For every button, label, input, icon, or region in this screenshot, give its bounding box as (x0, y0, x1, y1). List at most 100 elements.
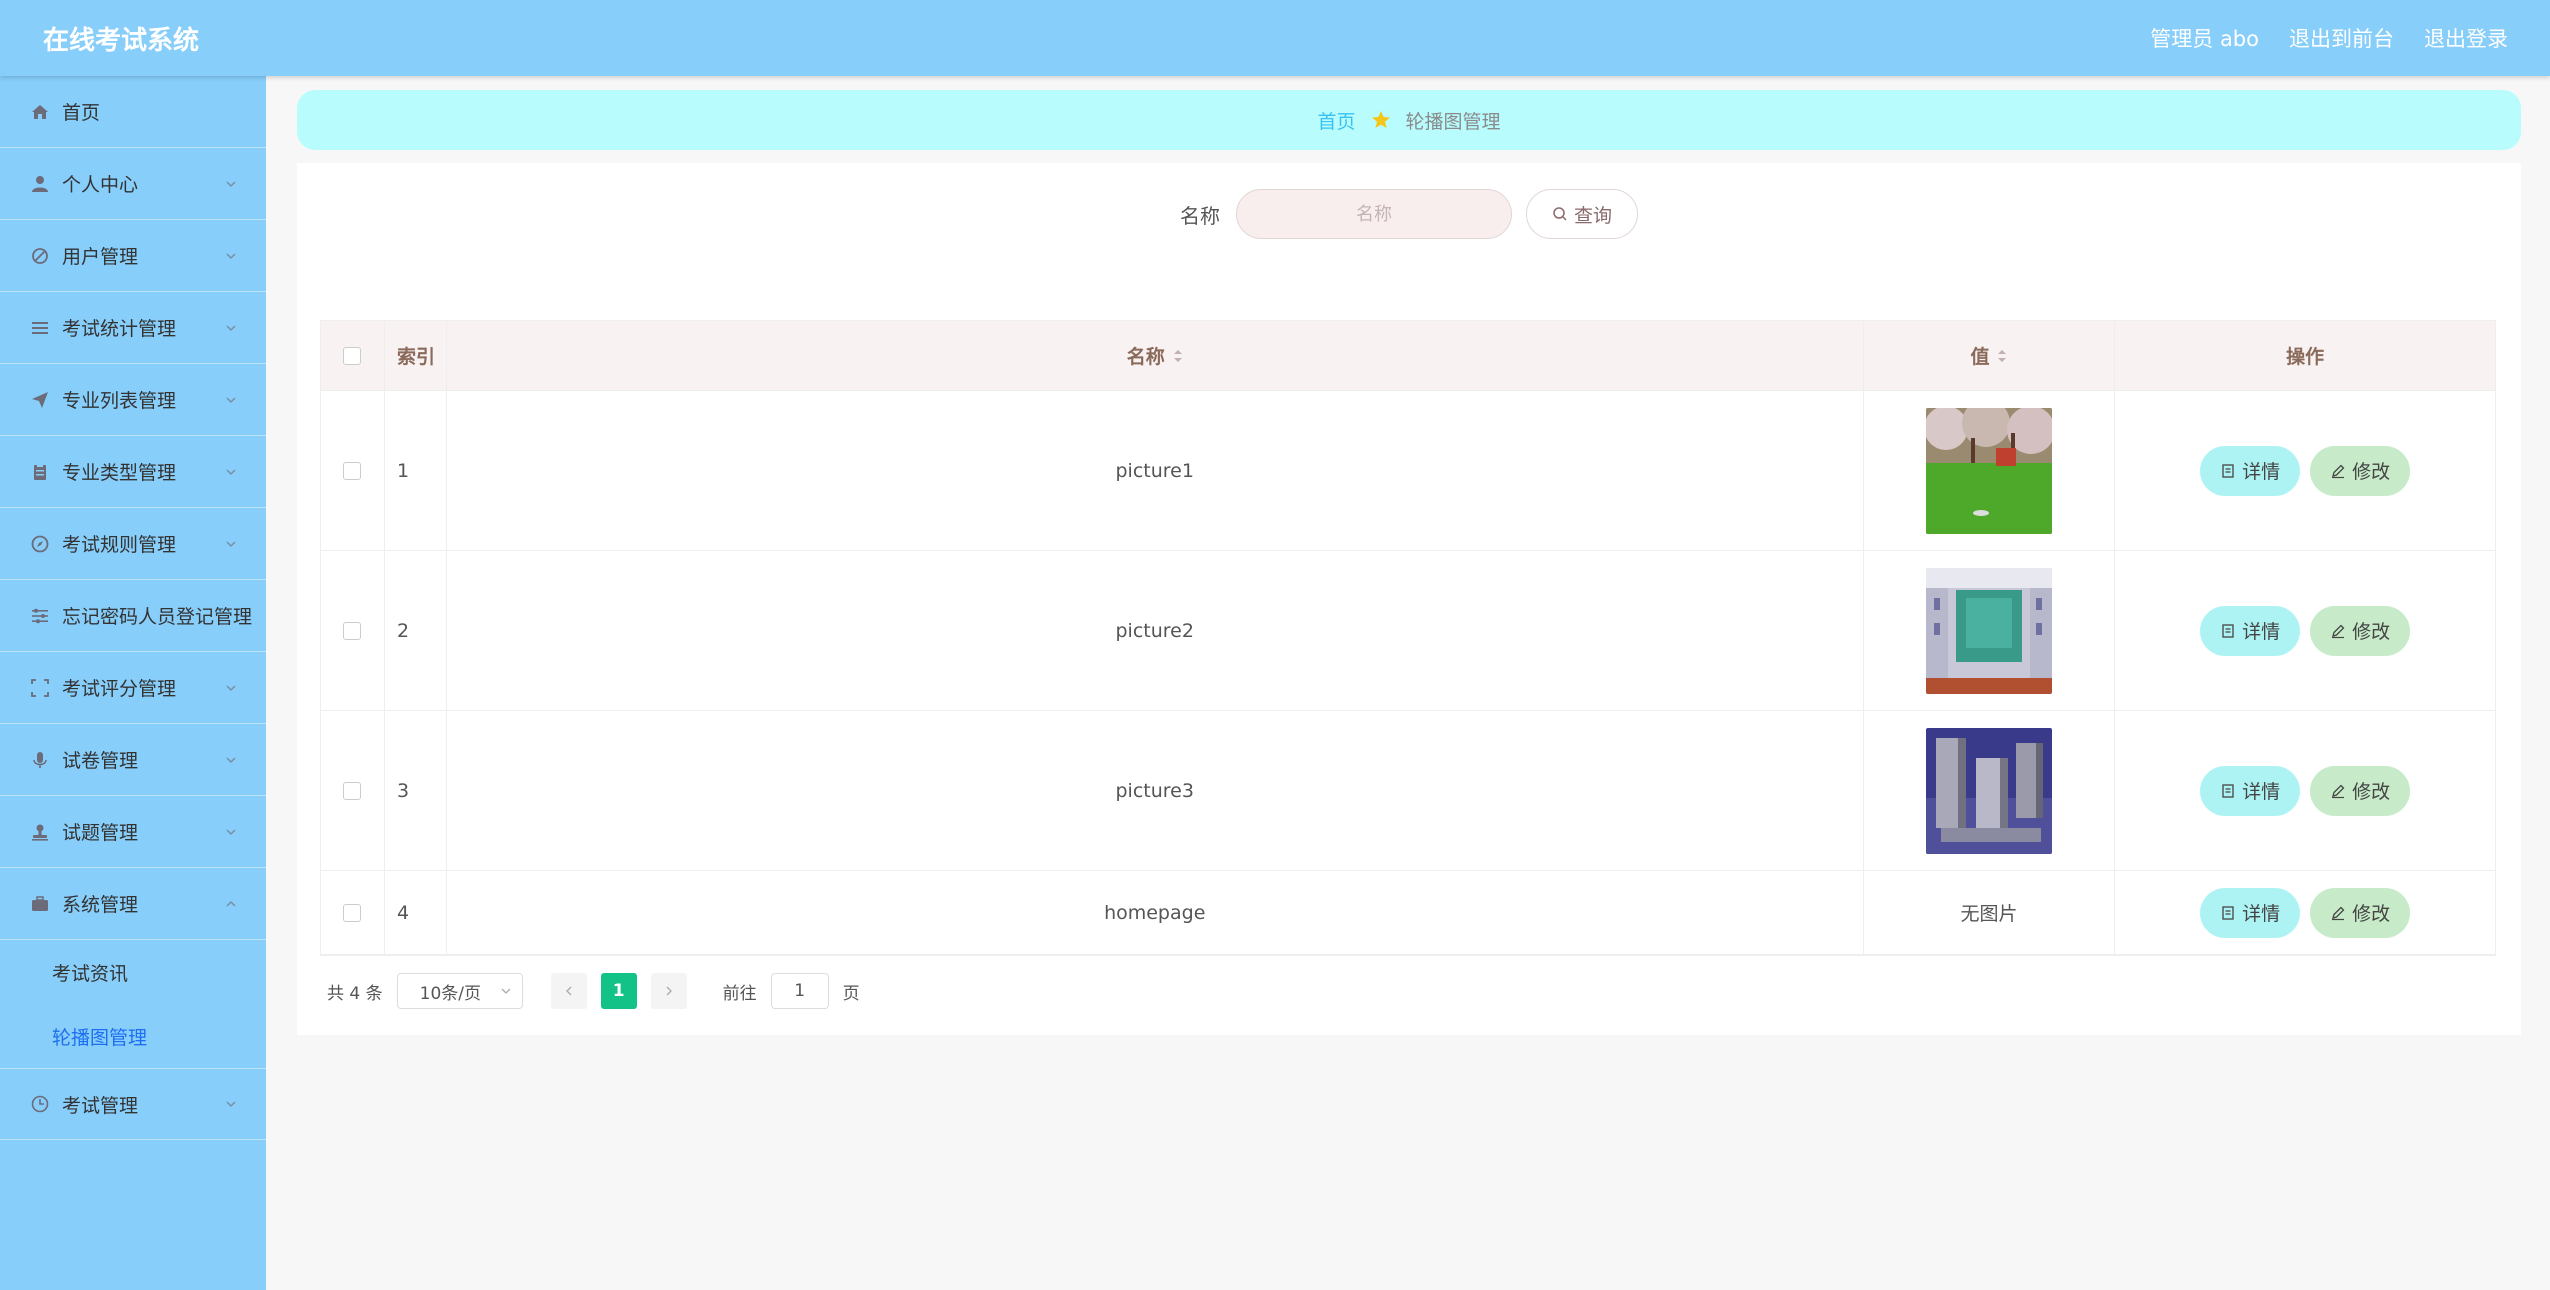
search-input[interactable] (1236, 189, 1512, 239)
sidebar-item-forgot-password[interactable]: 忘记密码人员登记管理 (0, 580, 266, 652)
row-check-cell (321, 391, 385, 550)
park-thumbnail[interactable] (1925, 407, 2052, 534)
header-value[interactable]: 值 (1864, 321, 2116, 390)
sidebar-item-label: 个人中心 (62, 174, 139, 196)
sidebar-item-label: 用户管理 (62, 246, 139, 268)
sidebar-item-major-type[interactable]: 专业类型管理 (0, 436, 266, 508)
send-icon (30, 390, 50, 410)
row-name: picture2 (447, 551, 1864, 710)
top-header: 在线考试系统 管理员 abo 退出到前台 退出登录 (0, 0, 2550, 76)
detail-button-label: 详情 (2242, 462, 2281, 483)
row-checkbox[interactable] (343, 781, 362, 800)
document-icon (2222, 623, 2234, 638)
row-index: 4 (385, 871, 447, 954)
page-number-current[interactable]: 1 (600, 973, 637, 1009)
sidebar-item-personal-center[interactable]: 个人中心 (0, 148, 266, 220)
row-index: 2 (385, 551, 447, 710)
sidebar-item-label: 考试管理 (62, 1094, 139, 1117)
prev-page-button[interactable] (550, 973, 587, 1009)
sidebar-item-exam-paper[interactable]: 试卷管理 (0, 724, 266, 796)
chevron-down-icon (226, 396, 236, 403)
row-name: picture1 (447, 391, 1864, 550)
page-size-value: 10条/页 (419, 983, 481, 1004)
breadcrumb-home[interactable]: 首页 (1317, 107, 1355, 134)
edit-icon (2332, 624, 2345, 638)
row-value (1864, 711, 2116, 870)
chevron-left-icon (565, 986, 572, 996)
select-all-checkbox[interactable] (343, 346, 362, 365)
submenu-item-carousel[interactable]: 轮播图管理 (0, 1004, 266, 1068)
sidebar-item-label: 考试规则管理 (62, 534, 177, 556)
sidebar-item-system[interactable]: 系统管理 (0, 868, 266, 940)
detail-button[interactable]: 详情 (2200, 445, 2301, 496)
edit-button[interactable]: 修改 (2310, 605, 2411, 656)
row-checkbox[interactable] (343, 621, 362, 640)
pagination: 共 4 条 10条/页 1 前往 页 (327, 973, 860, 1009)
edit-button[interactable]: 修改 (2310, 765, 2411, 816)
chevron-down-icon (226, 684, 236, 691)
sidebar-item-label: 系统管理 (62, 894, 139, 916)
header-name[interactable]: 名称 (447, 321, 1864, 390)
sidebar-item-question[interactable]: 试题管理 (0, 796, 266, 868)
sidebar-item-label: 试题管理 (62, 822, 139, 844)
chevron-down-icon (501, 988, 511, 994)
detail-button[interactable]: 详情 (2200, 887, 2301, 938)
back-to-front-link[interactable]: 退出到前台 (2289, 23, 2394, 53)
sidebar-item-exam-management[interactable]: 考试管理 (0, 1068, 266, 1140)
header-actions: 管理员 abo 退出到前台 退出登录 (2150, 23, 2508, 53)
suitcase-icon (30, 894, 50, 914)
next-page-button[interactable] (650, 973, 687, 1009)
detail-button[interactable]: 详情 (2200, 605, 2301, 656)
sidebar-item-major-list[interactable]: 专业列表管理 (0, 364, 266, 436)
slash-circle-icon (30, 246, 50, 266)
chevron-down-icon (226, 828, 236, 835)
page-size-select[interactable]: 10条/页 (396, 973, 523, 1009)
sidebar-item-exam-rules[interactable]: 考试规则管理 (0, 508, 266, 580)
header-ops: 操作 (2286, 346, 2325, 368)
detail-button-label: 详情 (2242, 782, 2281, 803)
page-unit-label: 页 (842, 983, 860, 1004)
edit-button[interactable]: 修改 (2310, 445, 2411, 496)
breadcrumb: 首页 轮播图管理 (297, 90, 2521, 150)
sort-icon (1998, 349, 2007, 362)
clipboard-icon (30, 462, 50, 482)
sidebar-item-exam-stats[interactable]: 考试统计管理 (0, 292, 266, 364)
row-check-cell (321, 711, 385, 870)
goto-label: 前往 (722, 983, 757, 1004)
detail-button[interactable]: 详情 (2200, 765, 2301, 816)
sidebar-item-label: 考试统计管理 (62, 318, 177, 340)
classroom-thumbnail[interactable] (1925, 567, 2052, 694)
star-icon (1371, 111, 1390, 128)
row-ops: 详情 修改 (2115, 391, 2495, 550)
goto-page-input[interactable] (770, 973, 829, 1009)
sidebar-item-exam-scoring[interactable]: 考试评分管理 (0, 652, 266, 724)
user-icon (30, 174, 50, 194)
sliders-icon (30, 606, 50, 626)
logout-link[interactable]: 退出登录 (2424, 23, 2508, 53)
building-thumbnail[interactable] (1925, 727, 2052, 854)
sidebar-item-label: 专业类型管理 (62, 462, 177, 484)
edit-button-label: 修改 (2352, 904, 2391, 925)
search-button-label: 查询 (1573, 204, 1612, 227)
sidebar-item-home[interactable]: 首页 (0, 76, 266, 148)
microphone-icon (30, 750, 50, 770)
detail-button-label: 详情 (2242, 622, 2281, 643)
row-checkbox[interactable] (343, 903, 362, 922)
search-button[interactable]: 查询 (1526, 189, 1638, 239)
header-value-label: 值 (1970, 346, 1990, 368)
row-name: picture3 (447, 711, 1864, 870)
row-check-cell (321, 551, 385, 710)
sidebar-item-user-management[interactable]: 用户管理 (0, 220, 266, 292)
edit-button-label: 修改 (2352, 782, 2391, 803)
admin-label: 管理员 abo (2150, 27, 2259, 51)
row-ops: 详情 修改 (2115, 871, 2495, 954)
document-icon (2222, 783, 2234, 798)
submenu-item-exam-news[interactable]: 考试资讯 (0, 940, 266, 1004)
clock-icon (30, 1094, 50, 1114)
person-stamp-icon (30, 822, 50, 842)
app-title: 在线考试系统 (43, 25, 200, 56)
chevron-down-icon (226, 468, 236, 475)
main-panel: 名称 查询 索引 名称 值 操作 1 picture1 (297, 163, 2521, 1035)
edit-button[interactable]: 修改 (2310, 887, 2411, 938)
row-checkbox[interactable] (343, 461, 362, 480)
